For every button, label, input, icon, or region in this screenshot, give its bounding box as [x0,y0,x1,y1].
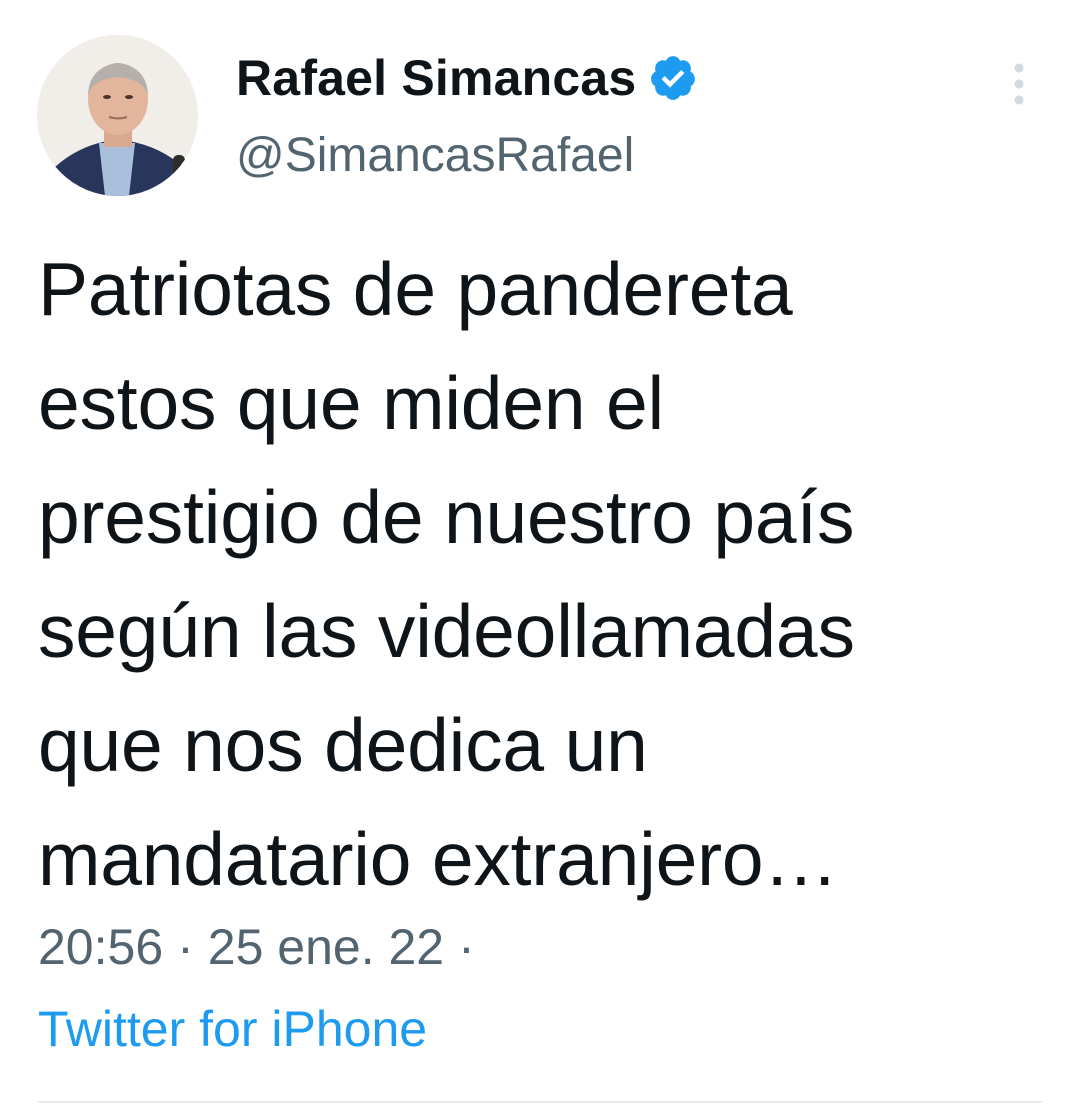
tweet-text: Patriotas de pandereta estos que miden e… [38,247,855,901]
divider [38,1101,1042,1103]
author-handle[interactable]: @SimancasRafael [236,128,634,183]
meta-separator: · [177,919,194,975]
avatar-photo [37,35,198,196]
verified-badge-icon [648,53,698,103]
display-name[interactable]: Rafael Simancas [236,49,636,107]
tweet-meta: 20:56 · 25 ene. 22 · [38,918,489,976]
tweet-date[interactable]: 25 ene. 22 [208,919,444,975]
avatar[interactable] [37,35,198,196]
tweet: Rafael Simancas @SimancasRafael Patriota… [0,0,1080,1116]
more-vertical-icon[interactable] [1004,60,1034,108]
meta-separator-trailing: · [458,919,475,975]
author-name-row: Rafael Simancas [236,46,698,110]
tweet-time[interactable]: 20:56 [38,919,163,975]
tweet-source-link[interactable]: Twitter for iPhone [38,1000,427,1058]
